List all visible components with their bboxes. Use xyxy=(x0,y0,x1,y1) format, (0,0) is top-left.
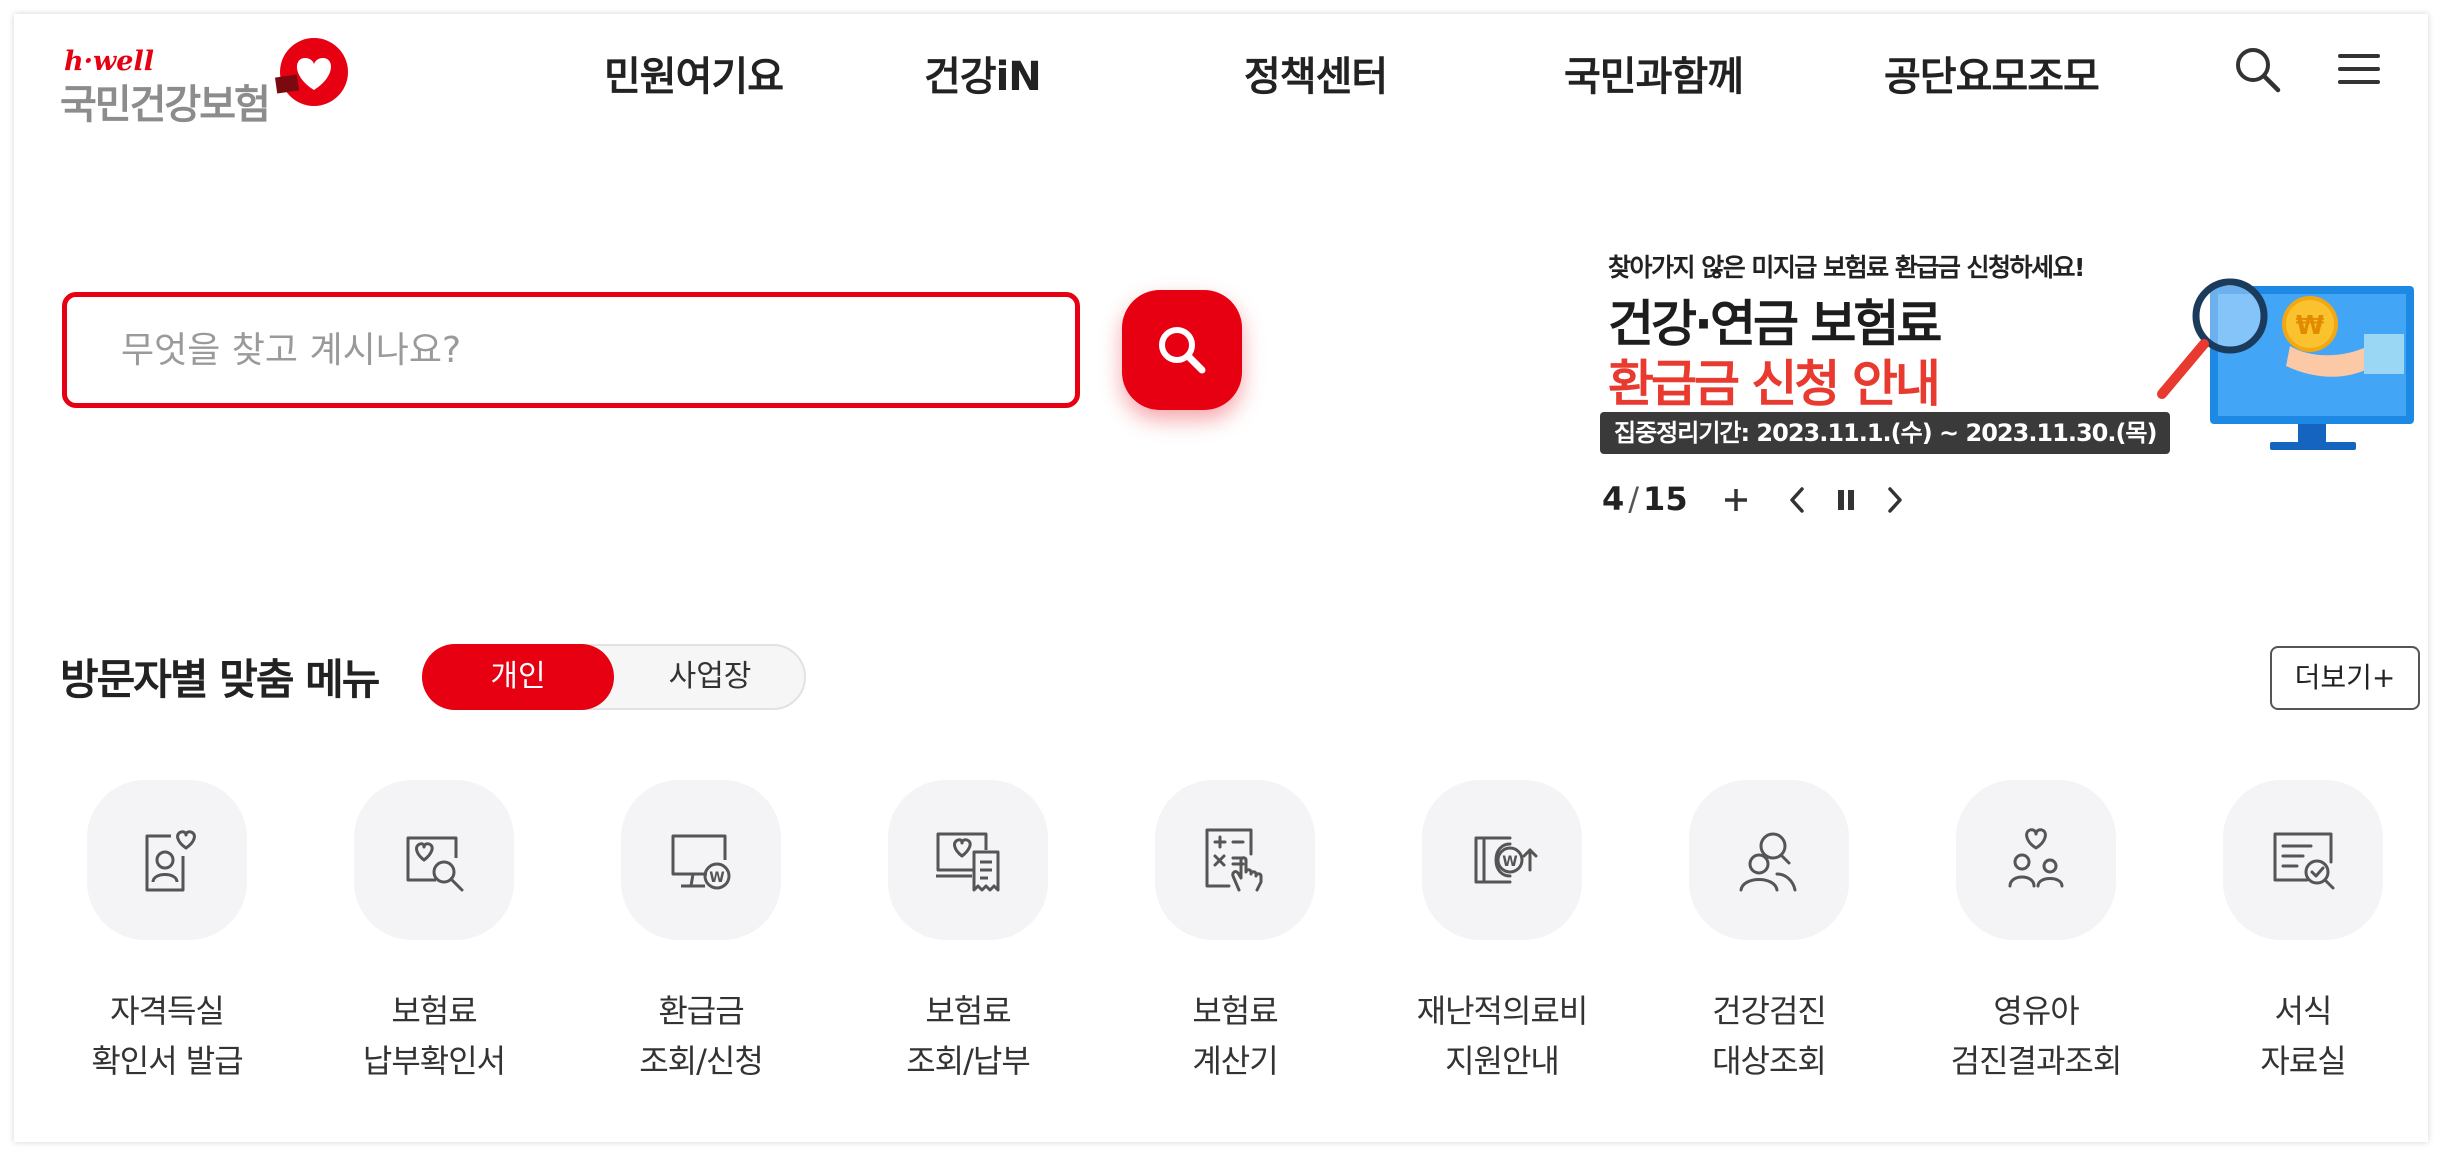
menu-item-payment-confirmation[interactable]: 보험료 납부확인서 xyxy=(319,780,549,1080)
menu-label: 자격득실 확인서 발급 xyxy=(52,986,282,1086)
chevron-right-icon xyxy=(1888,487,1902,513)
nav-item-with-people[interactable]: 국민과함께 xyxy=(1564,44,1744,102)
svg-text:₩: ₩ xyxy=(2296,311,2325,341)
menu-label-line1: 자격득실 xyxy=(110,992,225,1030)
svg-text:W: W xyxy=(709,870,724,886)
menu-item-forms-library[interactable]: 서식 자료실 xyxy=(2188,780,2418,1080)
nav-item-policy-center[interactable]: 정책센터 xyxy=(1244,44,1388,102)
menu-label: 재난적의료비 지원안내 xyxy=(1387,986,1617,1086)
pause-slide-button[interactable] xyxy=(1824,476,1868,524)
menu-icon-bg xyxy=(2223,780,2383,940)
menu-label: 보험료 계산기 xyxy=(1120,986,1350,1086)
menu-icon-bg xyxy=(888,780,1048,940)
slide-current: 4 xyxy=(1602,480,1625,518)
menu-item-medical-support[interactable]: W 재난적의료비 지원안내 xyxy=(1387,780,1617,1080)
prev-slide-button[interactable] xyxy=(1776,476,1820,524)
slide-total: 15 xyxy=(1643,480,1688,518)
nhis-logo[interactable]: h·well 국민건강보험 xyxy=(60,32,360,128)
menu-label: 서식 자료실 xyxy=(2188,986,2418,1086)
calculator-icon xyxy=(1205,828,1263,892)
nav-item-about[interactable]: 공단요모조모 xyxy=(1884,44,2100,102)
menu-label-line1: 재난적의료비 xyxy=(1416,992,1589,1030)
nav-item-civil-service[interactable]: 민원여기요 xyxy=(604,44,784,102)
slide-separator: / xyxy=(1628,480,1640,518)
chevron-left-icon xyxy=(1790,487,1804,513)
search-box xyxy=(62,292,1080,408)
menu-label-line2: 조회/납부 xyxy=(906,1042,1031,1080)
menu-icon-bg xyxy=(1689,780,1849,940)
menu-icon-bg xyxy=(87,780,247,940)
menu-item-refund[interactable]: W 환급금 조회/신청 xyxy=(586,780,816,1080)
add-slide-button[interactable] xyxy=(1714,476,1758,524)
refund-monitor-icon: W xyxy=(671,834,731,890)
menu-label-line2: 조회/신청 xyxy=(639,1042,764,1080)
menu-label-line2: 검진결과조회 xyxy=(1950,1042,2123,1080)
menu-icon-bg: W xyxy=(621,780,781,940)
svg-text:W: W xyxy=(1502,854,1517,870)
search-button[interactable] xyxy=(1122,290,1242,410)
menu-label-line2: 지원안내 xyxy=(1445,1042,1560,1080)
nav-item-health-in[interactable]: 건강iN xyxy=(924,44,1042,102)
menu-label: 보험료 납부확인서 xyxy=(319,986,549,1086)
menu-icon-bg xyxy=(354,780,514,940)
menu-icon[interactable] xyxy=(2334,44,2386,96)
menu-label-line1: 영유아 xyxy=(1993,992,2079,1030)
menu-label-line1: 보험료 xyxy=(1192,992,1278,1030)
search-icon xyxy=(1159,327,1206,374)
logo-title: 국민건강보험 xyxy=(60,82,271,128)
checkup-target-icon xyxy=(1739,832,1797,892)
menu-label: 영유아 검진결과조회 xyxy=(1921,986,2151,1086)
qualification-certificate-icon xyxy=(145,830,196,892)
monitor-coin-illustration: ₩ xyxy=(2157,278,2414,450)
heart-logo-icon xyxy=(274,38,348,106)
medical-support-icon: W xyxy=(1474,836,1538,884)
more-button[interactable]: 더보기+ xyxy=(2270,646,2420,710)
banner-period: 집중정리기간: 2023.11.1.(수) ~ 2023.11.30.(목) xyxy=(1600,412,2171,454)
menu-item-checkup-target[interactable]: 건강검진 대상조회 xyxy=(1654,780,1884,1080)
search-input[interactable] xyxy=(67,297,1075,403)
menu-label-line1: 서식 xyxy=(2274,992,2333,1030)
page-frame: h·well 국민건강보험 민원여기요 건강iN 정책센터 국민과함께 공단요모… xyxy=(14,14,2428,1142)
menu-item-calculator[interactable]: 보험료 계산기 xyxy=(1120,780,1350,1080)
pause-icon xyxy=(1838,490,1854,510)
search-icon[interactable] xyxy=(2232,44,2284,96)
menu-label-line2: 대상조회 xyxy=(1712,1042,1827,1080)
plus-icon xyxy=(1725,489,1747,511)
menu-item-qualification[interactable]: 자격득실 확인서 발급 xyxy=(52,780,282,1080)
payment-confirmation-icon xyxy=(406,836,464,892)
menu-label-line2: 자료실 xyxy=(2260,1042,2346,1080)
visitor-type-toggle: 개인 사업장 xyxy=(422,644,806,710)
next-slide-button[interactable] xyxy=(1872,476,1916,524)
forms-library-icon xyxy=(2273,832,2335,890)
menu-label: 건강검진 대상조회 xyxy=(1654,986,1884,1086)
tab-individual[interactable]: 개인 xyxy=(422,644,614,710)
banner-top-text: 찾아가지 않은 미지급 보험료 환급금 신청하세요! xyxy=(1608,253,2085,282)
menu-icon-bg xyxy=(1155,780,1315,940)
menu-label-line2: 납부확인서 xyxy=(362,1042,506,1080)
menu-icon-bg: W xyxy=(1422,780,1582,940)
menu-label-line1: 보험료 xyxy=(925,992,1011,1030)
tab-business[interactable]: 사업장 xyxy=(614,644,806,710)
menu-item-premium-inquiry[interactable]: 보험료 조회/납부 xyxy=(853,780,1083,1080)
promo-banner[interactable]: 찾아가지 않은 미지급 보험료 환급금 신청하세요! 건강·연금 보험료 환급금… xyxy=(1600,242,2420,462)
menu-item-infant-checkup[interactable]: 영유아 검진결과조회 xyxy=(1921,780,2151,1080)
menu-label: 환급금 조회/신청 xyxy=(586,986,816,1086)
menu-label-line1: 보험료 xyxy=(391,992,477,1030)
menu-label-line1: 환급금 xyxy=(658,992,744,1030)
menu-label-line1: 건강검진 xyxy=(1712,992,1827,1030)
visitor-menu-title: 방문자별 맞춤 메뉴 xyxy=(60,655,380,704)
slide-counter: 4/15 xyxy=(1602,480,1688,518)
premium-inquiry-icon xyxy=(936,832,1000,892)
banner-headline-2: 환급금 신청 안내 xyxy=(1608,355,1941,413)
menu-label-line2: 계산기 xyxy=(1192,1042,1278,1080)
menu-label: 보험료 조회/납부 xyxy=(853,986,1083,1086)
infant-checkup-icon xyxy=(2008,828,2064,888)
menu-label-line2: 확인서 발급 xyxy=(91,1042,243,1080)
menu-icon-bg xyxy=(1956,780,2116,940)
